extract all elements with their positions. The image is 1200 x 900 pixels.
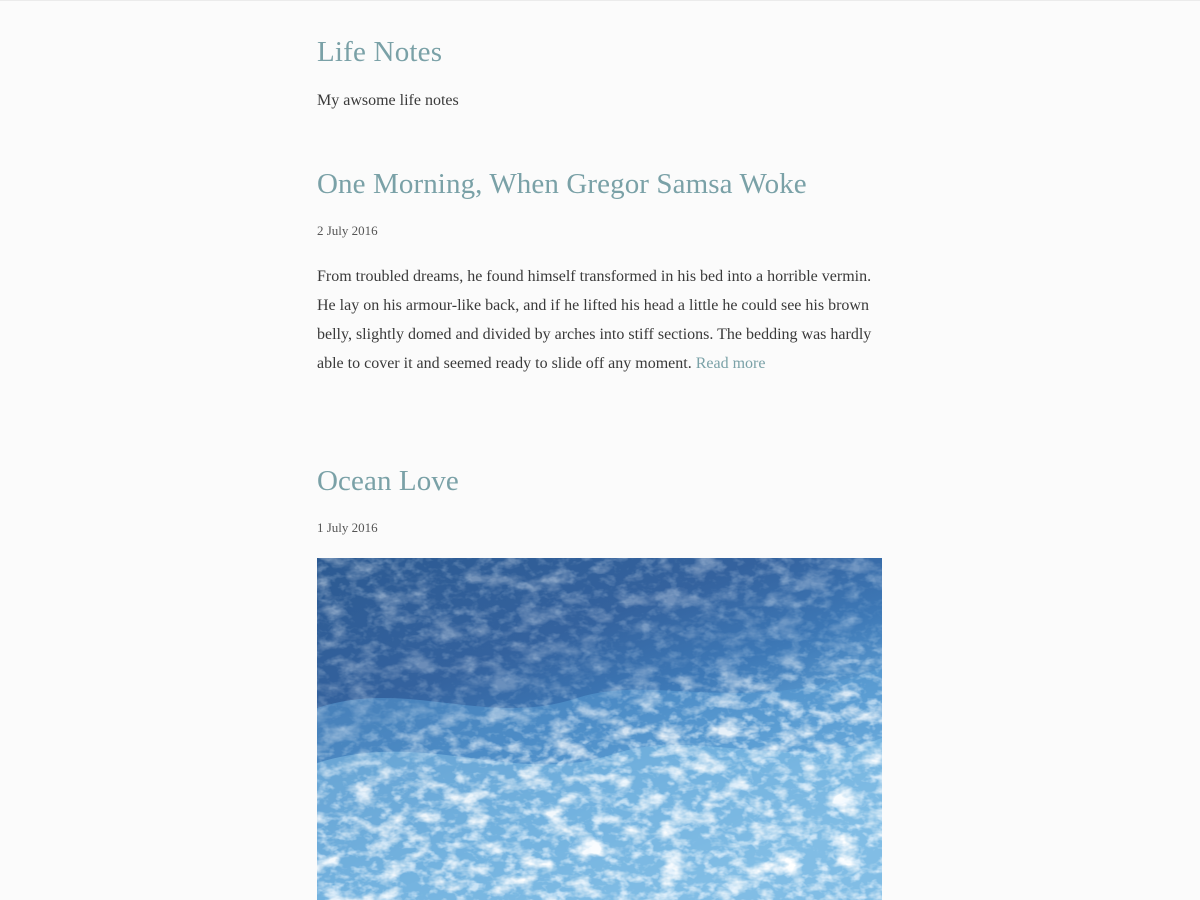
post-date: 1 July 2016 [317, 520, 378, 535]
read-more-link[interactable]: Read more [696, 355, 766, 372]
post-2: Ocean Love 1 July 2016 [317, 462, 882, 900]
post-date: 2 July 2016 [317, 223, 378, 238]
post-excerpt-text: From troubled dreams, he found himself t… [317, 268, 872, 372]
post-excerpt: From troubled dreams, he found himself t… [317, 262, 882, 378]
ocean-waves-image [317, 558, 882, 900]
post-title-link[interactable]: Ocean Love [317, 465, 459, 497]
site-title: Life Notes [317, 34, 442, 70]
site-title-link[interactable]: Life Notes [317, 36, 442, 68]
post-title: One Morning, When Gregor Samsa Woke [317, 165, 882, 203]
site-tagline: My awsome life notes [317, 92, 459, 109]
post-1: One Morning, When Gregor Samsa Woke 2 Ju… [317, 165, 882, 372]
ocean-waves-illustration [317, 558, 882, 900]
post-title-link[interactable]: One Morning, When Gregor Samsa Woke [317, 168, 807, 200]
foam-layer [317, 558, 882, 900]
top-border [0, 0, 1200, 1]
post-title: Ocean Love [317, 462, 882, 500]
